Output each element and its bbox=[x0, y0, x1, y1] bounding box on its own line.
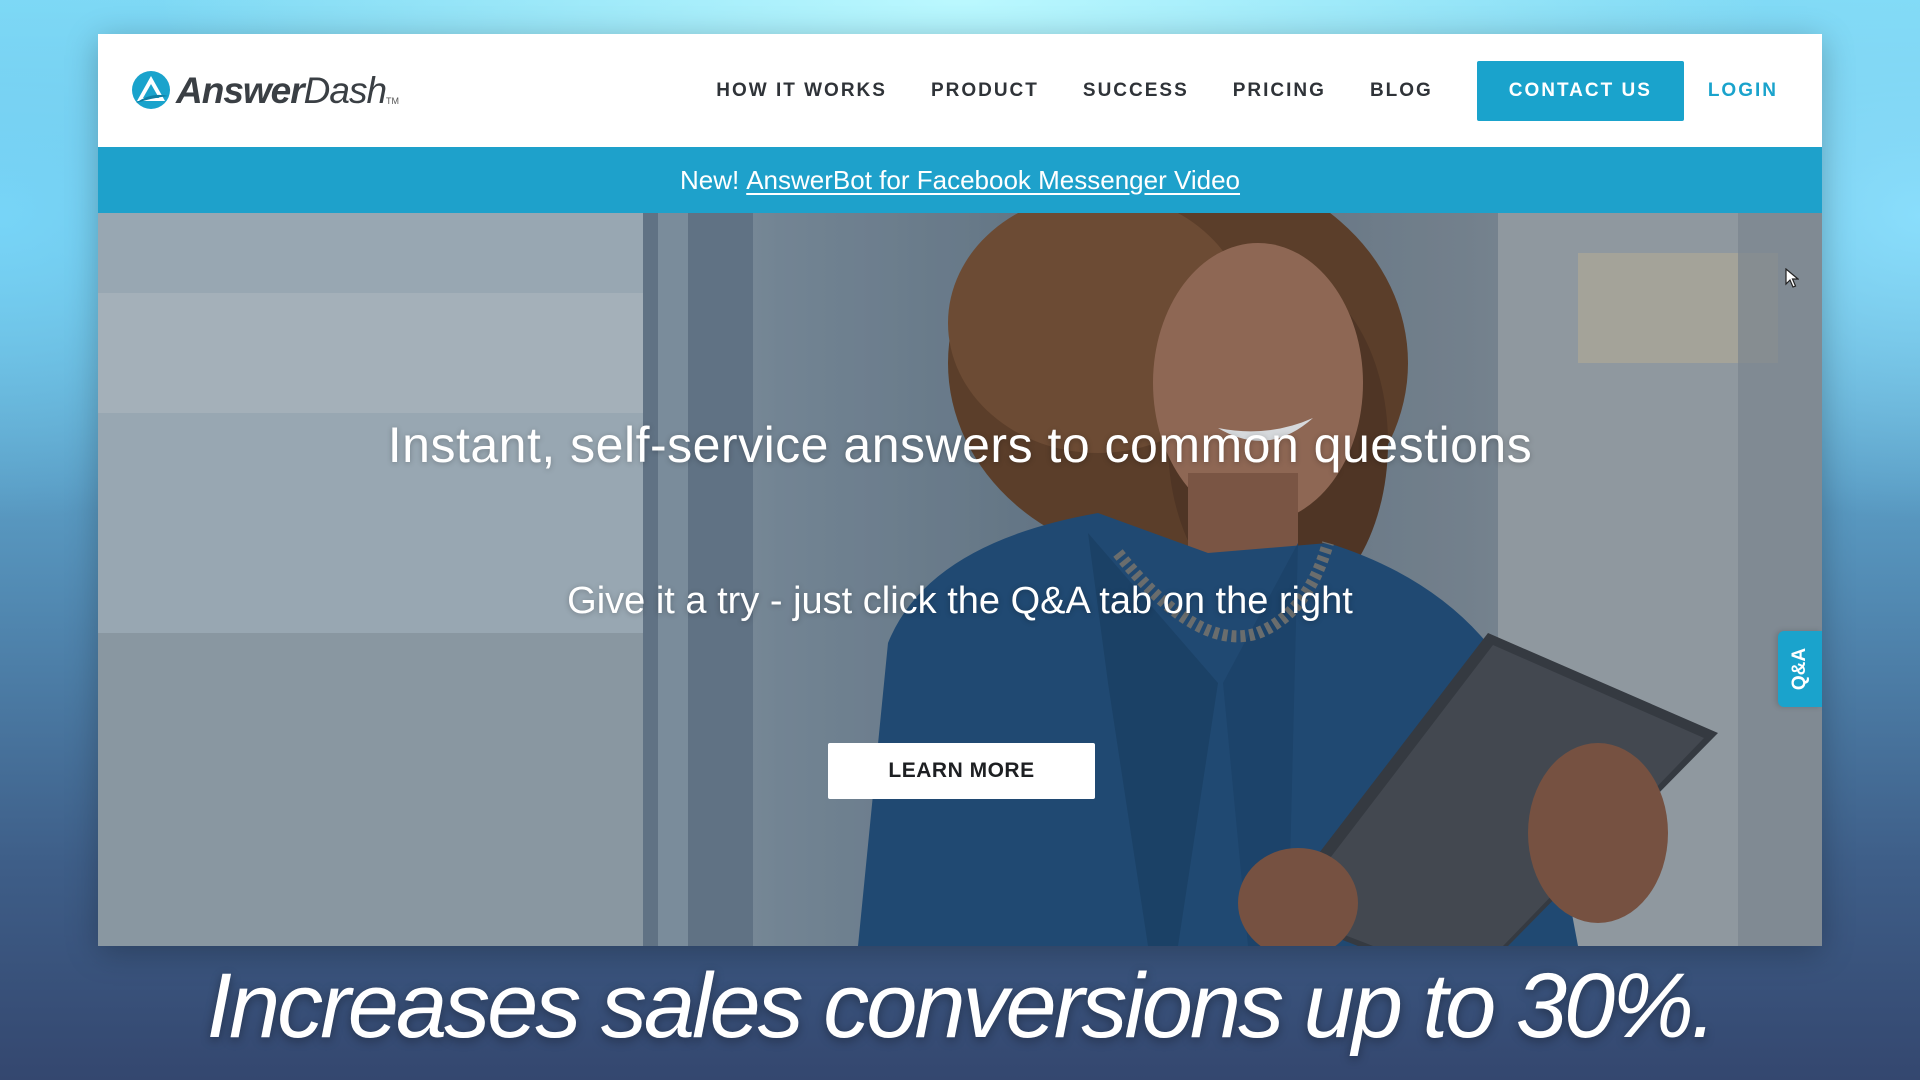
banner-new-label: New! bbox=[679, 164, 740, 195]
mouse-pointer-icon bbox=[1785, 268, 1799, 288]
login-link[interactable]: LOGIN bbox=[1708, 80, 1778, 102]
nav-product[interactable]: PRODUCT bbox=[931, 80, 1039, 102]
learn-more-button[interactable]: LEARN MORE bbox=[828, 743, 1095, 799]
qa-tab-label: Q&A bbox=[1788, 647, 1810, 691]
nav-blog[interactable]: BLOG bbox=[1370, 80, 1433, 102]
browser-page: AnswerDash TM HOW IT WORKS PRODUCT SUCCE… bbox=[98, 34, 1822, 946]
logo-trademark: TM bbox=[386, 96, 400, 106]
main-nav: HOW IT WORKS PRODUCT SUCCESS PRICING BLO… bbox=[716, 34, 1822, 147]
announcement-banner: New! AnswerBot for Facebook Messenger Vi… bbox=[98, 147, 1822, 213]
logo-wordmark: AnswerDash bbox=[176, 69, 387, 111]
answerdash-logo[interactable]: AnswerDash TM bbox=[130, 70, 399, 110]
nav-how-it-works[interactable]: HOW IT WORKS bbox=[716, 80, 887, 102]
answerdash-triangle-icon bbox=[132, 71, 170, 109]
hero-title: Instant, self-service answers to common … bbox=[387, 417, 1533, 473]
nav-success[interactable]: SUCCESS bbox=[1083, 80, 1189, 102]
contact-us-button[interactable]: CONTACT US bbox=[1476, 60, 1684, 121]
hero-section: Instant, self-service answers to common … bbox=[98, 213, 1822, 946]
hero-subtitle: Give it a try - just click the Q&A tab o… bbox=[567, 580, 1353, 622]
banner-answerbot-link[interactable]: AnswerBot for Facebook Messenger Video bbox=[746, 165, 1240, 196]
nav-pricing[interactable]: PRICING bbox=[1233, 80, 1326, 102]
site-header: AnswerDash TM HOW IT WORKS PRODUCT SUCCE… bbox=[98, 34, 1822, 147]
qa-side-tab[interactable]: Q&A bbox=[1778, 631, 1822, 707]
video-caption: Increases sales conversions up to 30%. bbox=[206, 955, 1716, 1057]
